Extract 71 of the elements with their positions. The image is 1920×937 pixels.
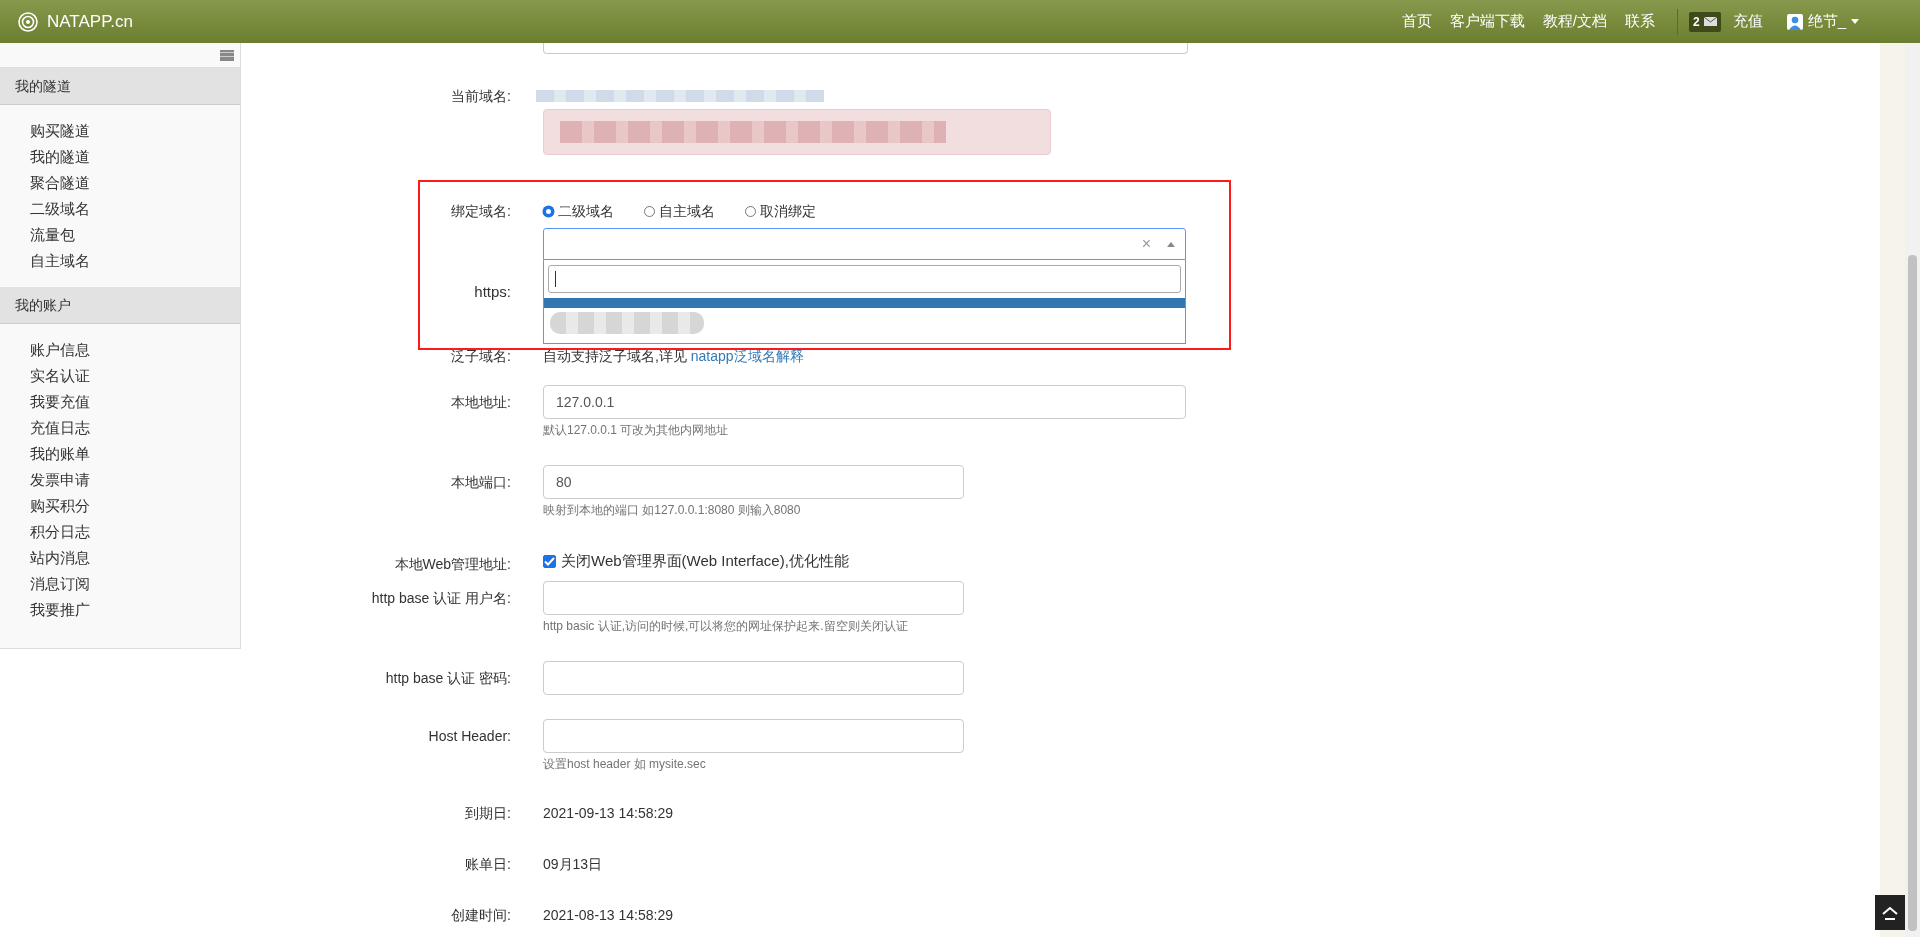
nav-link[interactable]: 联系 (1615, 12, 1664, 31)
field-label: http base 认证 用户名: (370, 589, 511, 608)
field-label: https: (473, 282, 511, 302)
field-label: http base 认证 密码: (384, 669, 511, 688)
sidebar-item[interactable]: 购买隧道 (30, 122, 90, 139)
recharge-link[interactable]: 充值 (1723, 12, 1772, 31)
caret-icon (1167, 241, 1175, 247)
sidebar-item[interactable]: 自主域名 (30, 252, 90, 269)
message-count: 2 (1692, 14, 1700, 29)
sidebar-item[interactable]: 聚合隧道 (30, 174, 90, 191)
menu-icon[interactable] (220, 49, 234, 61)
sidebar-item[interactable]: 消息订阅 (30, 575, 90, 592)
input-field[interactable] (543, 43, 1188, 54)
field-value: 09月13日 (543, 855, 604, 874)
sidebar-item[interactable]: 充值日志 (30, 419, 90, 436)
local-port-input[interactable]: 80 (543, 465, 964, 499)
password-input[interactable] (543, 661, 964, 695)
help-text: 设置host header 如 mysite.sec (543, 756, 707, 772)
sidebar-item[interactable]: 购买积分 (30, 497, 90, 514)
sidebar-item[interactable]: 发票申请 (30, 471, 90, 488)
sidebar-item[interactable]: 流量包 (30, 226, 75, 243)
field-label: 本地端口: (450, 473, 511, 492)
host-header-input[interactable] (543, 719, 964, 753)
message-badge[interactable]: 2 (1688, 11, 1721, 32)
nav-link[interactable]: 客户端下载 (1440, 12, 1534, 31)
sidebar-item[interactable]: 二级域名 (30, 200, 90, 217)
field-value: 2021-08-13 14:58:29 (543, 906, 674, 925)
username-input[interactable] (543, 581, 964, 615)
highlighted-option[interactable] (544, 298, 1185, 308)
site-logo-link[interactable]: NATAPP.cn (47, 11, 133, 32)
sidebar-section-header: 我的账户 (0, 287, 240, 324)
sidebar-item[interactable]: 站内消息 (30, 549, 90, 566)
field-label: 本地地址: (450, 393, 511, 412)
checkbox-option[interactable]: 关闭Web管理界面(Web Interface),优化性能 (543, 550, 1880, 572)
radio-option[interactable]: 二级域名 (543, 201, 614, 221)
spiral-logo-icon (18, 11, 38, 32)
sidebar-section-header: 我的隧道 (0, 68, 240, 105)
field-label: 到期日: (464, 804, 511, 823)
nav-link[interactable]: 首页 (1392, 12, 1441, 31)
sidebar-item[interactable]: 账户信息 (30, 341, 90, 358)
caret-icon (1851, 19, 1859, 24)
field-value: 2021-09-13 14:58:29 (543, 804, 674, 823)
help-text: 默认127.0.0.1 可改为其他内网地址 (543, 422, 730, 438)
sidebar-item[interactable]: 我要推广 (30, 601, 90, 618)
search-field[interactable] (548, 265, 1181, 293)
local-address-input[interactable]: 127.0.0.1 (543, 385, 1186, 419)
nav-link[interactable]: 教程/文档 (1533, 12, 1616, 31)
help-text: http basic 认证,访问的时候,可以将您的网址保护起来.留空则关闭认证 (543, 618, 909, 634)
sidebar-item[interactable]: 我要充值 (30, 393, 90, 410)
field-label: 绑定域名: (450, 202, 511, 221)
field-label: 当前域名: (450, 87, 511, 106)
field-label: 账单日: (464, 855, 511, 874)
field-label: Host Header: (427, 727, 511, 746)
field-text: 自动支持泛子域名,详见 (543, 348, 687, 364)
user-menu[interactable]: 绝节_ (1777, 12, 1868, 31)
user-icon (1786, 13, 1803, 30)
sidebar-item[interactable]: 我的隧道 (30, 148, 90, 165)
envelope-icon (1703, 17, 1717, 26)
redacted-option[interactable] (550, 312, 704, 334)
radio-option[interactable]: 取消绑定 (745, 201, 816, 221)
radio-option[interactable]: 自主域名 (644, 201, 715, 221)
sidebar-item[interactable]: 实名认证 (30, 367, 90, 384)
sidebar-item[interactable]: 我的账单 (30, 445, 90, 462)
field-label: 创建时间: (450, 906, 511, 925)
back-to-top-button[interactable] (1875, 895, 1905, 930)
help-text: 映射到本地的端口 如127.0.0.1:8080 则输入8080 (543, 502, 802, 518)
field-label: 泛子域名: (450, 347, 511, 366)
scrollbar[interactable] (1905, 43, 1920, 937)
sidebar-item[interactable]: 积分日志 (30, 523, 90, 540)
wildcard-doc-link[interactable]: natapp泛域名解释 (690, 348, 804, 364)
field-label: 本地Web管理地址: (393, 555, 511, 574)
